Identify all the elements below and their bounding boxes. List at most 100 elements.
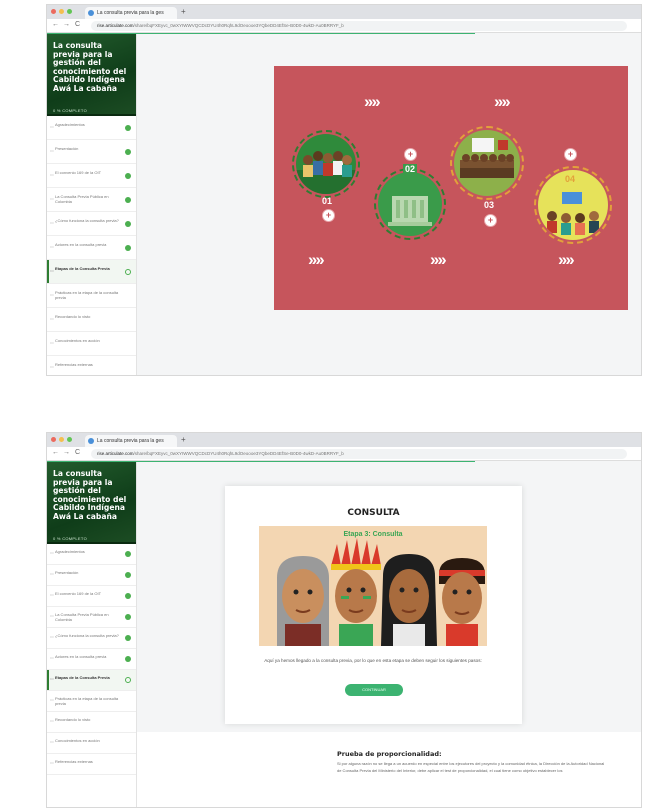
lesson-page-icon: ▭ [50,268,54,273]
close-window-icon[interactable] [51,437,56,442]
lesson-item[interactable]: ▭ Etapas de la Consulta Previa [47,670,136,691]
lesson-page-icon: ▭ [50,571,54,576]
lesson-page-icon: ▭ [50,340,54,345]
lesson-page-icon: ▭ [50,592,54,597]
course-sidebar: La consulta previa para la gestión del c… [47,34,137,375]
lesson-item[interactable]: ▭ El convenio 169 de la OIT [47,586,136,607]
lesson-label: Referencias externas [55,362,93,367]
lesson-item[interactable]: ▭ Actores en la consulta previa [47,236,136,260]
lesson-label: Prácticas en la etapa de la consulta pre… [55,696,119,706]
lesson-item[interactable]: ▭ La Consulta Previa Pública en Colombia [47,607,136,628]
close-window-icon[interactable] [51,9,56,14]
back-icon[interactable]: ← [52,449,59,456]
lesson-item[interactable]: ▭ Prácticas en la etapa de la consulta pr… [47,284,136,308]
section-paragraph: Si por alguna razón no se llega a un acu… [337,761,605,773]
lesson-item[interactable]: ▭ ¿Cómo funciona la consulta previa? [47,628,136,649]
arrow-chevrons: ›››› [430,250,447,269]
lesson-item[interactable]: ▭ Prácticas en la etapa de la consulta pr… [47,691,136,712]
lesson-item[interactable]: ▭ La Consulta Previa Pública en Colombia [47,188,136,212]
stage-1-number: 01 [322,196,333,206]
lesson-page-icon: ▭ [50,739,54,744]
stage-4-number: 04 [565,174,576,184]
course-header: La consulta previa para la gestión del c… [47,34,136,116]
window-controls [51,9,72,14]
stage-3-illustration [454,130,520,196]
stage-3-number: 03 [484,200,495,210]
forward-icon[interactable]: → [63,21,70,28]
lesson-label: Actores en la consulta previa [55,242,107,247]
government-building-icon [388,196,432,226]
stage-2-expand-button[interactable]: + [404,148,417,161]
minimize-window-icon[interactable] [59,9,64,14]
url-input[interactable]: rise.articulate.com/share/bqFXEyvc_0wXYI… [91,449,627,459]
tab-title: La consulta previa para la ges [97,438,164,444]
url-path: /share/bqFXEyvc_0wXYIWWVQCDcDYU4h0RqhL9d… [133,451,344,456]
course-title: La consulta previa para la gestión del c… [53,41,127,93]
maximize-window-icon[interactable] [67,9,72,14]
lesson-list: ▭ Agradecimientos ▭ Presentación ▭ El conveni… [47,544,136,775]
stage-3-expand-button[interactable]: + [484,214,497,227]
browser-tab[interactable]: La consulta previa para la ges [85,7,177,19]
lesson-item[interactable]: ▭ Recordando lo visto [47,308,136,332]
stage-1-expand-button[interactable]: + [322,209,335,222]
back-icon[interactable]: ← [52,21,59,28]
lesson-item[interactable]: ▭ Presentación [47,140,136,164]
arrow-chevrons: ›››› [308,250,325,269]
community-people-icon [296,151,356,194]
new-tab-button[interactable]: + [181,435,186,444]
consulta-banner: Etapa 3: Consulta [259,526,487,646]
lesson-label: La Consulta Previa Pública en Colombia [55,194,109,204]
lesson-page-icon: ▭ [50,292,54,297]
in-progress-icon [125,677,131,683]
reload-icon[interactable]: C [75,449,80,456]
complete-check-icon [125,245,131,251]
lesson-label: Presentación [55,146,79,151]
lesson-item[interactable]: ▭ El convenio 169 de la OIT [47,164,136,188]
reload-icon[interactable]: C [75,21,80,28]
lesson-item[interactable]: ▭ Conocimientos en acción [47,733,136,754]
section-title: Prueba de proporcionalidad: [337,750,442,758]
new-tab-button[interactable]: + [181,7,186,16]
lesson-label: Actores en la consulta previa [55,654,107,659]
lesson-page-icon: ▭ [50,676,54,681]
lesson-label: Presentación [55,570,79,575]
lesson-item[interactable]: ▭ Referencias externas [47,754,136,775]
window-controls [51,437,72,442]
maximize-window-icon[interactable] [67,437,72,442]
url-host: rise.articulate.com [97,451,134,456]
minimize-window-icon[interactable] [59,437,64,442]
lesson-item[interactable]: ▭ Conocimientos en acción [47,332,136,356]
lesson-label: Recordando lo visto [55,717,91,722]
course-header: La consulta previa para la gestión del c… [47,462,136,544]
meeting-assembly-icon [460,138,514,178]
in-progress-icon [125,269,131,275]
tab-title: La consulta previa para la ges [97,10,164,16]
forward-icon[interactable]: → [63,449,70,456]
lesson-item[interactable]: ▭ Recordando lo visto [47,712,136,733]
continue-button[interactable]: CONTINUAR [345,684,403,696]
browser-tab[interactable]: La consulta previa para la ges [85,435,177,447]
lesson-page-icon: ▭ [50,316,54,321]
lesson-list: ▭ Agradecimientos ▭ Presentación ▭ El conveni… [47,116,136,375]
browser-tab-bar: La consulta previa para la ges + [47,433,641,447]
lesson-item[interactable]: ▭ ¿Cómo funciona la consulta previa? [47,212,136,236]
lesson-item[interactable]: ▭ Agradecimientos [47,116,136,140]
arrow-chevrons: ›››› [558,250,575,269]
url-input[interactable]: rise.articulate.com/share/bqFXEyvc_0wXYI… [91,21,627,31]
lesson-item[interactable]: ▭ Presentación [47,565,136,586]
card-description: Aquí ya hemos llegado a la consulta prev… [264,658,482,663]
lesson-item[interactable]: ▭ Agradecimientos [47,544,136,565]
course-title: La consulta previa para la gestión del c… [53,469,127,521]
stages-slide: ›››› ›››› ›››› ›››› ›››› 01 + + 02 03 + … [274,66,628,310]
course-progress-label: 0 % COMPLETO [53,536,87,541]
lesson-page-icon: ▭ [50,760,54,765]
banner-title: Etapa 3: Consulta [343,531,403,538]
lesson-label: Conocimientos en acción [55,338,100,343]
lesson-item[interactable]: ▭ Etapas de la Consulta Previa [47,260,136,284]
lesson-item[interactable]: ▭ Actores en la consulta previa [47,649,136,670]
stage-4-expand-button[interactable]: + [564,148,577,161]
address-bar: ← → C rise.articulate.com/share/bqFXEyvc… [47,19,641,33]
complete-check-icon [125,197,131,203]
lesson-item[interactable]: ▭ Referencias externas [47,356,136,375]
lesson-page-icon: ▭ [50,148,54,153]
